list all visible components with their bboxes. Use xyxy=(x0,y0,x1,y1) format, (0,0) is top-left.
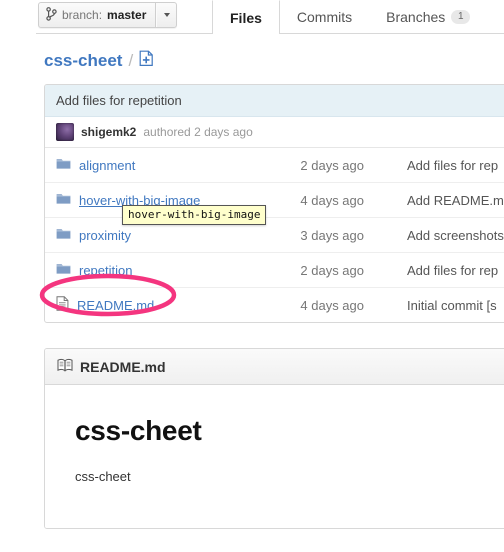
file-icon xyxy=(56,296,69,314)
latest-commit-message: Add files for repetition xyxy=(45,85,504,117)
folder-icon xyxy=(56,157,71,173)
tab-commits[interactable]: Commits xyxy=(280,0,369,33)
breadcrumb-repo-link[interactable]: css-cheet xyxy=(44,51,122,71)
tab-branches[interactable]: Branches 1 xyxy=(369,0,487,33)
readme-panel-header: README.md xyxy=(45,349,504,385)
tab-commits-label: Commits xyxy=(296,8,353,25)
file-age: 2 days ago xyxy=(300,262,364,278)
breadcrumb: css-cheet / xyxy=(44,50,154,72)
tab-files[interactable]: Files xyxy=(212,0,280,34)
chevron-down-icon xyxy=(163,13,170,17)
new-file-icon[interactable] xyxy=(139,50,154,72)
table-row[interactable]: proximity 3 days ago Add screenshots xyxy=(45,218,504,253)
file-name-cell: proximity xyxy=(45,227,260,243)
branch-prefix-label: branch: xyxy=(62,8,103,22)
branch-name-label: master xyxy=(107,8,147,22)
folder-icon xyxy=(56,262,71,278)
top-bar: branch: master Files Commits Branches 1 xyxy=(0,0,504,34)
avatar xyxy=(56,123,74,141)
tab-files-label: Files xyxy=(230,9,262,26)
file-name-cell: alignment xyxy=(45,157,260,173)
file-commit-message[interactable]: Initial commit [s xyxy=(370,298,504,313)
readme-panel: README.md css-cheet css-cheet xyxy=(44,348,504,529)
file-age: 2 days ago xyxy=(300,157,364,173)
file-link[interactable]: repetition xyxy=(79,263,132,278)
folder-icon xyxy=(56,227,71,243)
file-name-cell: README.md xyxy=(45,296,260,314)
file-link[interactable]: proximity xyxy=(79,228,131,243)
file-name-cell: repetition xyxy=(45,262,260,278)
breadcrumb-separator: / xyxy=(128,51,134,70)
file-link[interactable]: alignment xyxy=(79,158,135,173)
file-commit-message[interactable]: Add files for rep xyxy=(370,263,504,278)
author-commit-time: authored 2 days ago xyxy=(143,125,253,139)
table-row[interactable]: alignment 2 days ago Add files for rep xyxy=(45,148,504,183)
table-row[interactable]: repetition 2 days ago Add files for rep xyxy=(45,253,504,288)
file-link-readme[interactable]: README.md xyxy=(77,298,154,313)
table-row[interactable]: README.md 4 days ago Initial commit [s xyxy=(45,288,504,322)
git-branch-icon xyxy=(46,6,57,24)
readme-panel-title: README.md xyxy=(80,358,166,375)
readme-paragraph: css-cheet xyxy=(75,469,131,484)
file-age: 3 days ago xyxy=(300,227,364,243)
file-commit-message[interactable]: Add screenshots xyxy=(370,228,504,243)
branches-count-badge: 1 xyxy=(451,9,471,24)
file-age: 4 days ago xyxy=(300,192,364,208)
branch-dropdown-toggle[interactable] xyxy=(156,3,176,27)
file-commit-message[interactable]: Add README.m xyxy=(370,193,504,208)
tab-branches-label: Branches xyxy=(386,8,446,25)
readme-heading: css-cheet xyxy=(75,415,202,446)
author-name-link[interactable]: shigemk2 xyxy=(81,125,136,139)
file-age: 4 days ago xyxy=(300,297,364,313)
readme-content: css-cheet css-cheet xyxy=(45,385,504,528)
file-list-panel: Add files for repetition shigemk2 author… xyxy=(44,84,504,323)
hover-tooltip: hover-with-big-image xyxy=(122,205,267,225)
branch-selector-button[interactable]: branch: master xyxy=(38,2,178,28)
latest-commit-author-row: shigemk2 authored 2 days ago xyxy=(45,117,504,148)
table-row[interactable]: hover-with-big-image 4 days ago Add READ… xyxy=(45,183,504,218)
folder-icon xyxy=(56,192,71,208)
repo-tabs: Files Commits Branches 1 xyxy=(212,0,487,34)
book-icon xyxy=(57,358,73,375)
branch-selector-main[interactable]: branch: master xyxy=(39,3,157,27)
file-commit-message[interactable]: Add files for rep xyxy=(370,158,504,173)
